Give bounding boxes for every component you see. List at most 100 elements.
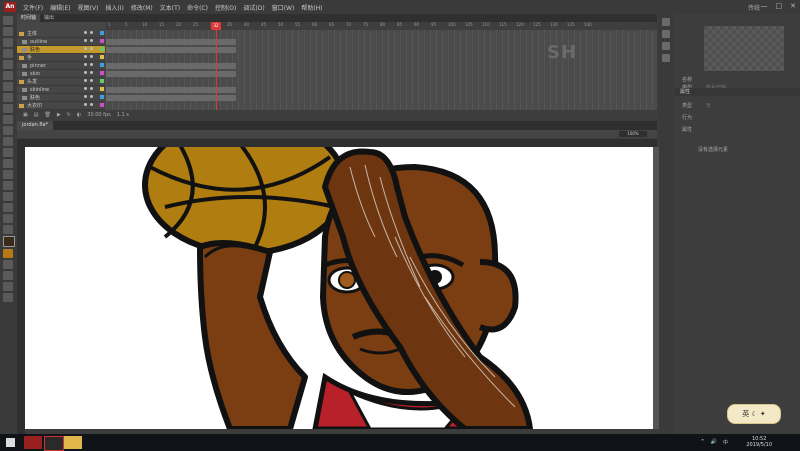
text-tool-icon[interactable]	[3, 82, 13, 91]
tray-expand-icon[interactable]: ^	[701, 439, 705, 446]
lock-toggle-icon[interactable]	[90, 87, 93, 90]
layer-color-swatch[interactable]	[100, 55, 104, 59]
ime-badge[interactable]: 英 ☾ ✦	[727, 404, 781, 424]
animate-app-icon[interactable]	[24, 436, 42, 449]
properties-section-header[interactable]: 属性	[674, 88, 800, 96]
pen-tool-icon[interactable]	[3, 71, 13, 80]
library-panel-icon[interactable]	[662, 30, 670, 38]
layer-row[interactable]: pinner	[17, 62, 105, 70]
snap-icon[interactable]	[3, 271, 13, 280]
swap-colors-icon[interactable]	[3, 260, 13, 269]
paint-bucket-tool-icon[interactable]	[3, 159, 13, 168]
straighten-icon[interactable]	[3, 293, 13, 302]
visibility-toggle-icon[interactable]	[84, 103, 87, 106]
menu-commands[interactable]: 命令(C)	[187, 3, 208, 12]
zoom-tool-icon[interactable]	[3, 225, 13, 234]
free-transform-tool-icon[interactable]	[3, 38, 13, 47]
layer-color-swatch[interactable]	[100, 95, 104, 99]
playhead[interactable]	[216, 22, 217, 118]
layer-folder[interactable]: 主体	[17, 30, 105, 38]
properties-panel-icon[interactable]	[662, 18, 670, 26]
layer-row[interactable]: skin	[17, 70, 105, 78]
3d-rotation-tool-icon[interactable]	[3, 49, 13, 58]
line-tool-icon[interactable]	[3, 93, 13, 102]
menu-debug[interactable]: 调试(D)	[243, 3, 264, 12]
prop-value-kind[interactable]: 无	[706, 102, 711, 109]
layer-row[interactable]: outline	[17, 38, 105, 46]
stage-canvas[interactable]	[25, 147, 653, 429]
visibility-toggle-icon[interactable]	[84, 63, 87, 66]
zoom-select[interactable]: 100%	[619, 131, 647, 137]
menu-modify[interactable]: 修改(M)	[131, 3, 153, 12]
lock-toggle-icon[interactable]	[90, 71, 93, 74]
menu-edit[interactable]: 编辑(E)	[50, 3, 70, 12]
layer-color-swatch[interactable]	[100, 63, 104, 67]
lock-toggle-icon[interactable]	[90, 103, 93, 106]
input-language-icon[interactable]: 中	[723, 439, 728, 446]
menu-control[interactable]: 控制(O)	[215, 3, 236, 12]
layer-toggles[interactable]	[84, 95, 93, 98]
visibility-toggle-icon[interactable]	[84, 87, 87, 90]
volume-icon[interactable]: 🔊	[711, 439, 717, 446]
fps-readout[interactable]: 30.00 fps	[87, 112, 110, 118]
visibility-toggle-icon[interactable]	[84, 71, 87, 74]
layer-row[interactable]: skinline	[17, 86, 105, 94]
bone-tool-icon[interactable]	[3, 148, 13, 157]
align-panel-icon[interactable]	[662, 54, 670, 62]
onion-skin-icon[interactable]: ◐	[77, 112, 81, 118]
brush-tool-icon[interactable]	[3, 137, 13, 146]
layer-folder[interactable]: 手	[17, 54, 105, 62]
layer-color-swatch[interactable]	[100, 103, 104, 107]
current-frame-indicator[interactable]: 32	[211, 22, 221, 30]
tab-output[interactable]: 输出	[40, 14, 58, 22]
frame-ruler[interactable]: 1510152025303540455055606570758085909510…	[106, 22, 657, 30]
layer-toggles[interactable]	[84, 55, 93, 58]
lock-toggle-icon[interactable]	[90, 31, 93, 34]
eraser-tool-icon[interactable]	[3, 181, 13, 190]
close-button[interactable]: ✕	[790, 2, 796, 10]
new-layer-icon[interactable]: ▣	[23, 112, 28, 118]
hand-tool-icon[interactable]	[3, 214, 13, 223]
subselection-tool-icon[interactable]	[3, 27, 13, 36]
pencil-tool-icon[interactable]	[3, 126, 13, 135]
layer-toggles[interactable]	[84, 103, 93, 106]
layer-folder[interactable]: 大衣印	[17, 102, 105, 110]
layer-folder[interactable]: 头发	[17, 78, 105, 86]
menu-file[interactable]: 文件(F)	[23, 3, 43, 12]
menu-insert[interactable]: 插入(I)	[105, 3, 123, 12]
layer-toggles[interactable]	[84, 79, 93, 82]
tab-timeline[interactable]: 时间轴	[17, 14, 41, 22]
visibility-toggle-icon[interactable]	[84, 47, 87, 50]
layer-toggles[interactable]	[84, 71, 93, 74]
layer-toggles[interactable]	[84, 47, 93, 50]
menu-text[interactable]: 文本(T)	[160, 3, 180, 12]
layer-color-swatch[interactable]	[100, 79, 104, 83]
selection-tool-icon[interactable]	[3, 16, 13, 25]
lock-toggle-icon[interactable]	[90, 79, 93, 82]
document-tab[interactable]: jordan.fla*	[17, 121, 54, 130]
width-tool-icon[interactable]	[3, 192, 13, 201]
workspace-switcher[interactable]: 传统	[748, 3, 760, 12]
layer-color-swatch[interactable]	[100, 39, 104, 43]
eyedropper-tool-icon[interactable]	[3, 170, 13, 179]
visibility-toggle-icon[interactable]	[84, 31, 87, 34]
layer-color-swatch[interactable]	[100, 31, 104, 35]
lock-toggle-icon[interactable]	[90, 39, 93, 42]
lock-toggle-icon[interactable]	[90, 55, 93, 58]
recorder-app-icon[interactable]	[44, 436, 64, 451]
visibility-toggle-icon[interactable]	[84, 55, 87, 58]
minimize-button[interactable]: —	[761, 2, 768, 10]
play-button-icon[interactable]: ▶	[57, 112, 61, 118]
layer-row[interactable]: 肤色	[17, 46, 105, 54]
layer-toggles[interactable]	[84, 63, 93, 66]
fill-color-icon[interactable]	[3, 249, 13, 258]
oval-tool-icon[interactable]	[3, 115, 13, 124]
lasso-tool-icon[interactable]	[3, 60, 13, 69]
layer-color-swatch[interactable]	[100, 71, 104, 75]
folder-app-icon[interactable]	[64, 436, 82, 449]
camera-tool-icon[interactable]	[3, 203, 13, 212]
rectangle-tool-icon[interactable]	[3, 104, 13, 113]
lock-toggle-icon[interactable]	[90, 95, 93, 98]
menu-help[interactable]: 帮助(H)	[301, 3, 322, 12]
delete-layer-icon[interactable]: 🗑	[44, 112, 50, 118]
